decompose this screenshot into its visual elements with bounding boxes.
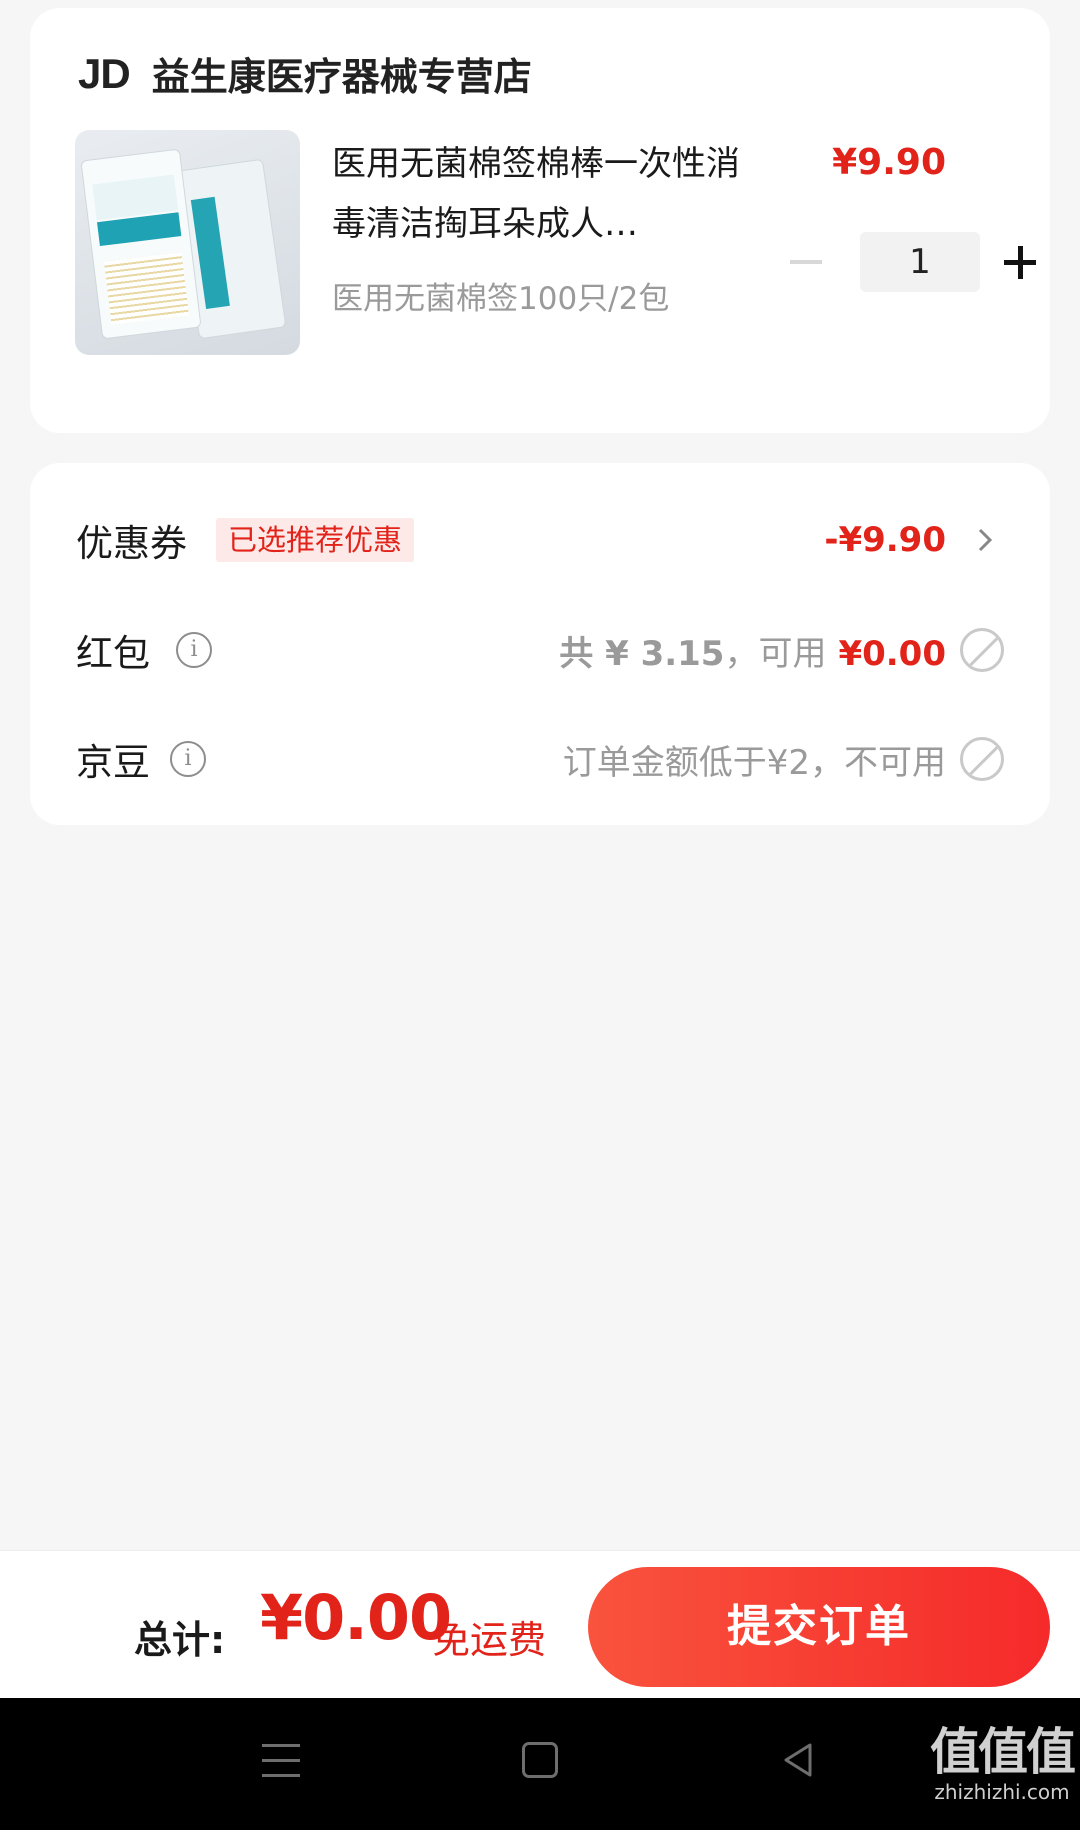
red-packet-separator: ，可用 bbox=[724, 633, 827, 674]
watermark-logo: 值值值 zhizhizhi.com bbox=[930, 1712, 1076, 1804]
coupon-label: 优惠券 bbox=[76, 522, 187, 565]
discounts-card: 优惠券 已选推荐优惠 -¥9.90 红包 i 共 ¥ 3.15 ，可用 ¥0.0… bbox=[30, 463, 1050, 825]
chevron-right-icon[interactable] bbox=[970, 525, 1000, 555]
product-price: ¥9.90 bbox=[832, 142, 946, 183]
increase-quantity-button[interactable] bbox=[990, 232, 1046, 292]
menu-icon[interactable] bbox=[262, 1744, 300, 1778]
system-nav-bar: 值值值 zhizhizhi.com bbox=[0, 1698, 1080, 1830]
red-packet-row: 红包 i 共 ¥ 3.15 ，可用 ¥0.00 bbox=[30, 610, 1050, 690]
disabled-icon bbox=[960, 737, 1004, 781]
checkout-bar: 总计: ¥0.00 免运费 提交订单 bbox=[0, 1550, 1080, 1698]
shipping-label: 免运费 bbox=[432, 1618, 547, 1662]
watermark-sub: zhizhizhi.com bbox=[934, 1780, 1070, 1804]
product-spec: 医用无菌棉签100只/2包 bbox=[332, 281, 670, 317]
coupon-value: -¥9.90 bbox=[824, 520, 946, 560]
decrease-quantity-button[interactable] bbox=[772, 232, 836, 292]
watermark-main: 值值值 bbox=[930, 1723, 1076, 1781]
product-image[interactable] bbox=[75, 130, 300, 355]
total-amount: ¥0.00 bbox=[260, 1581, 452, 1654]
disabled-icon bbox=[960, 628, 1004, 672]
jd-beans-label: 京豆 bbox=[76, 741, 150, 784]
shop-name[interactable]: 益生康医疗器械专营店 bbox=[152, 46, 532, 101]
quantity-input[interactable]: 1 bbox=[860, 232, 980, 292]
submit-order-button[interactable]: 提交订单 bbox=[588, 1567, 1050, 1687]
red-packet-available: ¥0.00 bbox=[838, 633, 946, 674]
shop-card: JD 益生康医疗器械专营店 医用无菌棉签棉棒一次性消毒清洁掏耳朵成人… 医用无菌… bbox=[30, 8, 1050, 433]
product-title[interactable]: 医用无菌棉签棉棒一次性消毒清洁掏耳朵成人… bbox=[332, 134, 752, 254]
shop-header[interactable]: JD 益生康医疗器械专营店 bbox=[78, 46, 532, 101]
red-packet-label: 红包 bbox=[76, 632, 150, 675]
red-packet-summary: 共 ¥ 3.15 ，可用 ¥0.00 bbox=[559, 626, 946, 675]
jd-beans-status-wrap: 订单金额低于¥2，不可用 bbox=[563, 735, 946, 784]
jd-beans-status: 订单金额低于¥2，不可用 bbox=[562, 742, 946, 783]
info-icon[interactable]: i bbox=[170, 741, 206, 777]
total-label: 总计: bbox=[134, 1618, 226, 1662]
coupon-value-wrap: -¥9.90 bbox=[824, 520, 946, 560]
coupon-row[interactable]: 优惠券 已选推荐优惠 -¥9.90 bbox=[30, 500, 1050, 580]
jd-beans-row: 京豆 i 订单金额低于¥2，不可用 bbox=[30, 719, 1050, 799]
jd-logo-icon: JD bbox=[78, 49, 131, 97]
back-triangle-icon[interactable] bbox=[780, 1742, 816, 1778]
quantity-stepper: 1 bbox=[772, 232, 1046, 292]
home-icon[interactable] bbox=[522, 1742, 558, 1778]
coupon-recommended-tag: 已选推荐优惠 bbox=[216, 518, 415, 562]
info-icon[interactable]: i bbox=[176, 632, 212, 668]
red-packet-total: 共 ¥ 3.15 bbox=[559, 633, 725, 674]
